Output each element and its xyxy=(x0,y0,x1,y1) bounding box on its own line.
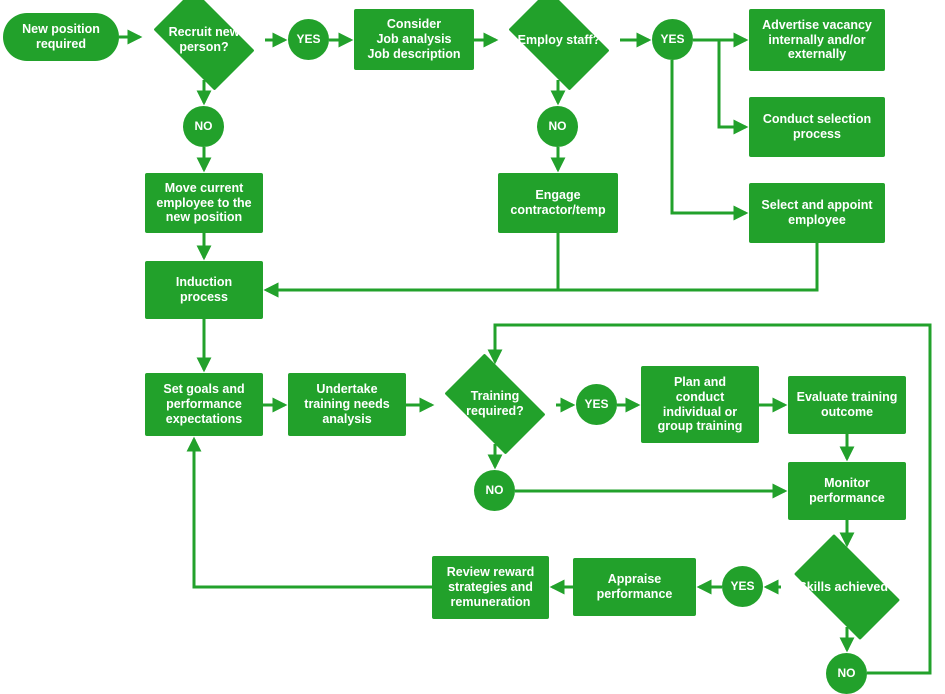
node-plan-conduct-training[interactable]: Plan and conduct individual or group tra… xyxy=(641,366,759,443)
connector-e-review-setgoals xyxy=(186,436,432,589)
node-label-appraise-performance: Appraise performance xyxy=(596,572,673,601)
node-label-consider-job-analysis: Consider Job analysis Job description xyxy=(367,17,461,61)
connector-e-branch-select xyxy=(670,60,749,221)
node-label-advertise-vacancy: Advertise vacancy internally and/or exte… xyxy=(762,17,872,62)
node-no-training[interactable]: NO xyxy=(474,470,515,511)
node-label-employ-staff: Employ staff? xyxy=(517,32,601,47)
node-label-review-reward: Review reward strategies and remuneratio… xyxy=(446,565,535,609)
node-label-new-position-required: New position required xyxy=(22,22,100,51)
node-move-current-employee[interactable]: Move current employee to the new positio… xyxy=(145,173,263,233)
node-label-plan-conduct-training: Plan and conduct individual or group tra… xyxy=(657,375,743,434)
node-label-monitor-performance: Monitor performance xyxy=(809,476,885,505)
flowchart-canvas: New position required Recruit new person?… xyxy=(0,0,945,694)
node-conduct-selection[interactable]: Conduct selection process xyxy=(749,97,885,157)
node-label-recruit-new-person: Recruit new person? xyxy=(168,25,240,54)
node-label-induction-process: Induction process xyxy=(175,275,233,304)
node-induction-process[interactable]: Induction process xyxy=(145,261,263,319)
node-label-undertake-tna: Undertake training needs analysis xyxy=(304,382,390,426)
node-set-goals[interactable]: Set goals and performance expectations xyxy=(145,373,263,436)
node-review-reward[interactable]: Review reward strategies and remuneratio… xyxy=(432,556,549,619)
node-label-conduct-selection: Conduct selection process xyxy=(762,112,872,141)
node-evaluate-training[interactable]: Evaluate training outcome xyxy=(788,376,906,434)
node-label-training-required: Training required? xyxy=(466,389,524,418)
node-monitor-performance[interactable]: Monitor performance xyxy=(788,462,906,520)
node-advertise-vacancy[interactable]: Advertise vacancy internally and/or exte… xyxy=(749,9,885,71)
node-recruit-new-person[interactable]: Recruit new person? xyxy=(143,0,265,91)
connector-e-engage-induction xyxy=(263,233,560,298)
node-consider-job-analysis[interactable]: Consider Job analysis Job description xyxy=(354,9,474,70)
node-no-recruit[interactable]: NO xyxy=(183,106,224,147)
node-label-evaluate-training: Evaluate training outcome xyxy=(796,390,898,419)
node-yes-employ[interactable]: YES xyxy=(652,19,693,60)
node-label-yes-training: YES xyxy=(584,397,609,412)
node-label-engage-contractor: Engage contractor/temp xyxy=(510,188,606,217)
node-select-appoint-employee[interactable]: Select and appoint employee xyxy=(749,183,885,243)
node-yes-recruit[interactable]: YES xyxy=(288,19,329,60)
node-label-no-recruit: NO xyxy=(194,119,213,134)
node-engage-contractor[interactable]: Engage contractor/temp xyxy=(498,173,618,233)
node-label-skills-achieved: Skills achieved? xyxy=(798,579,896,594)
node-label-select-appoint-employee: Select and appoint employee xyxy=(761,198,873,227)
node-no-skills[interactable]: NO xyxy=(826,653,867,694)
connector-e-select-induction xyxy=(263,243,819,298)
node-skills-achieved[interactable]: Skills achieved? xyxy=(781,533,913,641)
node-no-employ[interactable]: NO xyxy=(537,106,578,147)
node-label-no-employ: NO xyxy=(548,119,567,134)
node-yes-training[interactable]: YES xyxy=(576,384,617,425)
node-label-set-goals: Set goals and performance expectations xyxy=(163,382,245,426)
node-label-move-current-employee: Move current employee to the new positio… xyxy=(156,180,252,225)
node-training-required[interactable]: Training required? xyxy=(434,353,556,455)
node-label-no-training: NO xyxy=(485,483,504,498)
node-label-no-skills: NO xyxy=(837,666,856,681)
node-appraise-performance[interactable]: Appraise performance xyxy=(573,558,696,616)
node-undertake-tna[interactable]: Undertake training needs analysis xyxy=(288,373,406,436)
node-label-yes-skills: YES xyxy=(730,579,755,594)
node-label-yes-recruit: YES xyxy=(296,32,321,47)
connector-e-branch-conduct xyxy=(717,40,749,135)
node-yes-skills[interactable]: YES xyxy=(722,566,763,607)
node-label-yes-employ: YES xyxy=(660,32,685,47)
node-employ-staff[interactable]: Employ staff? xyxy=(498,0,620,91)
node-new-position-required[interactable]: New position required xyxy=(3,13,119,61)
